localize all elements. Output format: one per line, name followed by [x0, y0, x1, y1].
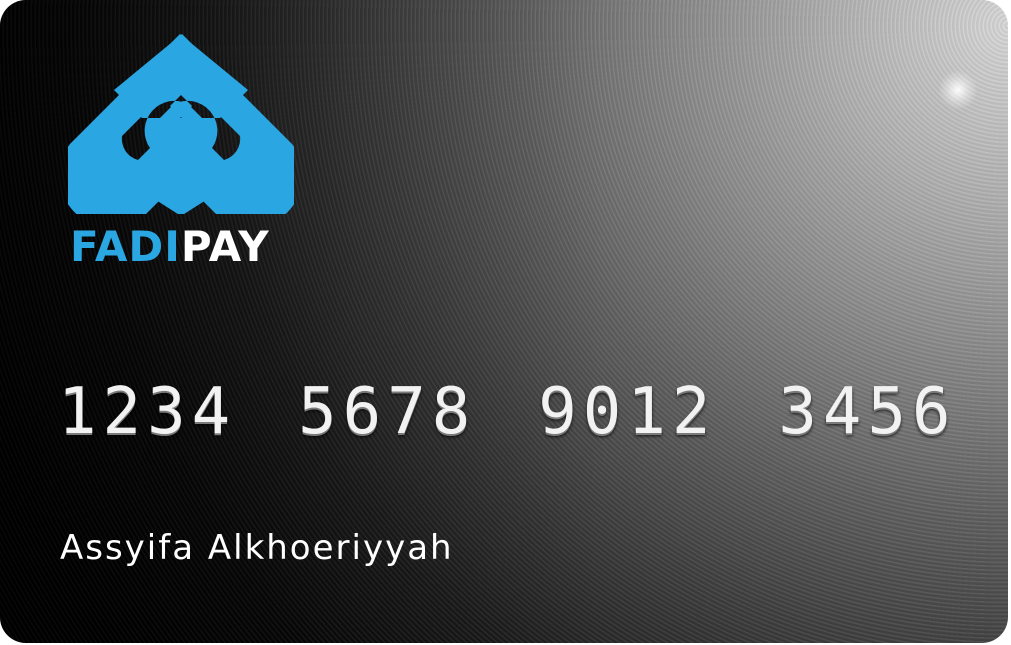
card-number-group-1: 1234 [58, 375, 237, 449]
brand-part-pay: PAY [180, 222, 270, 271]
card-holder-name: Assyifa Alkhoeriyyah [60, 528, 454, 568]
fp-monogram-icon [68, 34, 294, 214]
light-flare [938, 70, 978, 110]
credit-card: FADIPAY 1234 5678 9012 3456 Assyifa Alkh… [0, 0, 1008, 643]
brand-wordmark: FADIPAY [70, 226, 270, 268]
card-number-group-4: 3456 [778, 375, 957, 449]
card-number: 1234 5678 9012 3456 [58, 380, 957, 444]
brand-part-fadi: FADI [70, 222, 181, 271]
card-number-group-2: 5678 [298, 375, 477, 449]
card-number-group-3: 9012 [538, 375, 717, 449]
